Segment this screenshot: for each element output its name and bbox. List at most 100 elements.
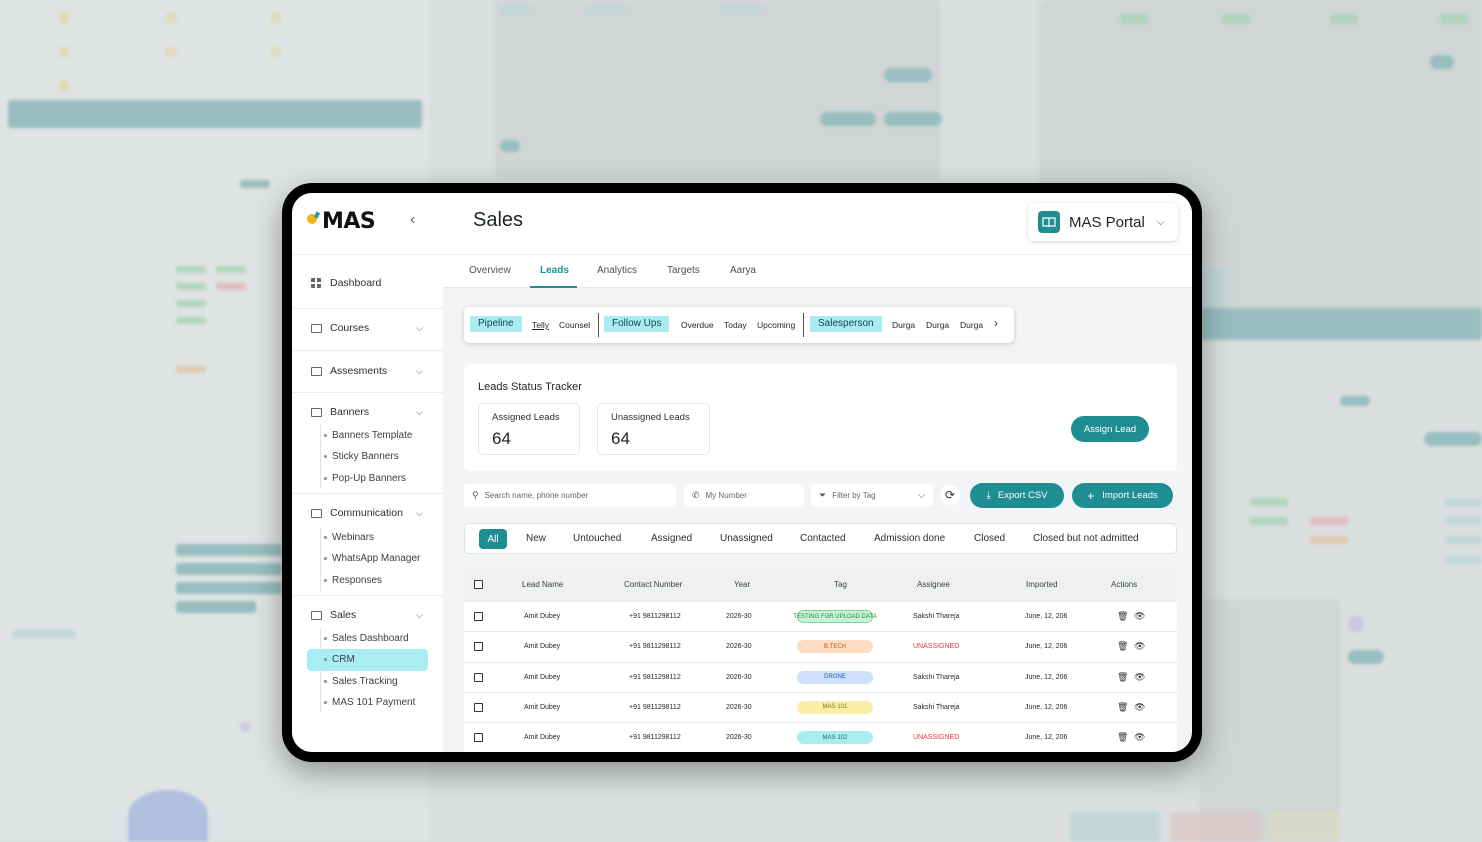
tab-overview[interactable]: Overview <box>469 265 511 276</box>
salesperson-chip[interactable]: Salesperson <box>810 316 882 332</box>
tab-aarya[interactable]: Aarya <box>730 265 756 276</box>
main-content: Overview Leads Analytics Targets Aarya P… <box>443 255 1192 752</box>
search-input[interactable]: ⚲ Search name, phone number <box>464 484 676 507</box>
sidebar-subitem-sticky-banners[interactable]: Sticky Banners <box>321 446 412 467</box>
sidebar-subitem-whatsapp-manager[interactable]: WhatsApp Manager <box>321 548 420 569</box>
eye-icon[interactable]: 👁 <box>1134 641 1145 652</box>
chevron-down-icon: ⌵ <box>416 406 423 417</box>
sidebar-item-sales[interactable]: Sales ⌵ <box>292 604 443 626</box>
refresh-icon[interactable]: ⟳ <box>940 485 960 505</box>
eye-icon[interactable]: 👁 <box>1134 672 1145 683</box>
sidebar-item-banners[interactable]: Banners ⌵ <box>292 401 443 423</box>
table-row[interactable]: Amit Dubey +91 9811298112 2026-30 DRONE … <box>464 662 1177 693</box>
sidebar-subitem-popup-banners[interactable]: Pop-Up Banners <box>321 468 412 489</box>
contact-number: +91 9811298112 <box>629 703 681 711</box>
portal-switcher[interactable]: MAS Portal ⌵ <box>1028 203 1178 241</box>
chevron-down-icon: ⌵ <box>416 507 423 518</box>
divider <box>598 313 599 337</box>
status-tab-all[interactable]: All <box>479 529 507 549</box>
salesperson-item[interactable]: Durga <box>960 320 983 330</box>
tab-analytics[interactable]: Analytics <box>597 265 637 276</box>
table-header: Lead Name Contact Number Year Tag Assign… <box>464 568 1177 602</box>
tracker-title: Leads Status Tracker <box>478 381 582 393</box>
sidebar: Dashboard Courses ⌵ Assesments ⌵ Banners… <box>292 255 443 752</box>
sidebar-item-assesments[interactable]: Assesments ⌵ <box>292 360 443 382</box>
tablet-frame: MAS ‹ Sales MAS Portal ⌵ Dashboard Cours… <box>282 183 1202 762</box>
assigned-leads-card: Assigned Leads 64 <box>478 403 580 455</box>
followup-item-overdue[interactable]: Overdue <box>681 320 714 330</box>
book-icon <box>311 508 322 518</box>
sidebar-item-dashboard[interactable]: Dashboard <box>292 272 443 294</box>
row-checkbox[interactable] <box>474 702 483 712</box>
sidebar-subitem-mas-101-payment[interactable]: MAS 101 Payment <box>321 692 428 713</box>
book-icon <box>1038 211 1060 233</box>
salesperson-item[interactable]: Durga <box>892 320 915 330</box>
table-row[interactable]: Amit Dubey +91 9811298112 2026-30 MAS 10… <box>464 723 1177 752</box>
sidebar-item-communication[interactable]: Communication ⌵ <box>292 502 443 524</box>
followup-item-upcoming[interactable]: Upcoming <box>757 320 795 330</box>
chevron-right-icon[interactable]: › <box>994 316 998 330</box>
phone-icon: ✆ <box>692 490 700 500</box>
logo-bulb-icon <box>306 212 320 232</box>
trash-icon[interactable]: 🗑 <box>1117 732 1128 743</box>
row-checkbox[interactable] <box>474 733 483 743</box>
sidebar-subitem-banners-template[interactable]: Banners Template <box>321 425 412 446</box>
tag-filter-select[interactable]: ⏷ Filter by Tag ⌵ <box>811 484 933 507</box>
followups-chip[interactable]: Follow Ups <box>604 316 670 332</box>
status-tab-closed-not-admitted[interactable]: Closed but not admitted <box>1033 533 1139 544</box>
table-row[interactable]: Amit Dubey +91 9811298112 2026-30 TESTIN… <box>464 602 1177 633</box>
chevron-left-icon[interactable]: ‹ <box>410 211 415 229</box>
app-screen: MAS ‹ Sales MAS Portal ⌵ Dashboard Cours… <box>292 193 1192 752</box>
assignee: UNASSIGNED <box>913 643 960 651</box>
export-csv-label: Export CSV <box>997 490 1048 501</box>
unassigned-leads-card: Unassigned Leads 64 <box>597 403 710 455</box>
sidebar-subitem-sales-dashboard[interactable]: Sales Dashboard <box>321 628 428 649</box>
assign-lead-button[interactable]: Assign Lead <box>1071 416 1149 442</box>
contact-number: +91 9811298112 <box>629 673 681 681</box>
row-checkbox[interactable] <box>474 642 483 652</box>
trash-icon[interactable]: 🗑 <box>1117 611 1128 622</box>
status-tab-unassigned[interactable]: Unassigned <box>720 533 773 544</box>
row-checkbox[interactable] <box>474 672 483 682</box>
assigned-leads-label: Assigned Leads <box>492 412 560 423</box>
trash-icon[interactable]: 🗑 <box>1117 702 1128 713</box>
sidebar-subitem-sales-tracking[interactable]: Sales Tracking <box>321 671 428 692</box>
trash-icon[interactable]: 🗑 <box>1117 641 1128 652</box>
contact-number: +91 9811298112 <box>629 734 681 742</box>
status-tab-closed[interactable]: Closed <box>974 533 1005 544</box>
table-row[interactable]: Amit Dubey +91 9811298112 2026-30 B.TECH… <box>464 632 1177 663</box>
import-leads-button[interactable]: + Import Leads <box>1072 483 1173 508</box>
export-csv-button[interactable]: ⤓ Export CSV <box>970 483 1064 508</box>
tag-badge: MAS 101 <box>797 700 873 714</box>
eye-icon[interactable]: 👁 <box>1134 702 1145 713</box>
sidebar-item-label: Communication <box>330 507 403 519</box>
eye-icon[interactable]: 👁 <box>1134 611 1145 622</box>
pipeline-chip[interactable]: Pipeline <box>470 316 522 332</box>
trash-icon[interactable]: 🗑 <box>1117 672 1128 683</box>
status-tab-contacted[interactable]: Contacted <box>800 533 846 544</box>
status-tab-untouched[interactable]: Untouched <box>573 533 621 544</box>
sidebar-item-label: Dashboard <box>330 277 382 289</box>
pipeline-item-counsel[interactable]: Counsel <box>559 320 590 330</box>
pipeline-item-telly[interactable]: Telly <box>532 320 549 330</box>
status-tab-admission-done[interactable]: Admission done <box>874 533 945 544</box>
row-checkbox[interactable] <box>474 612 483 621</box>
book-icon <box>311 407 322 417</box>
table-row[interactable]: Amit Dubey +91 9811298112 2026-30 MAS 10… <box>464 692 1177 724</box>
divider <box>803 313 804 337</box>
divider <box>292 308 443 309</box>
status-tab-new[interactable]: New <box>526 533 546 544</box>
sidebar-subitem-crm[interactable]: CRM <box>307 649 428 671</box>
tab-leads[interactable]: Leads <box>540 265 569 276</box>
select-all-checkbox[interactable] <box>474 580 483 589</box>
salesperson-item[interactable]: Durga <box>926 320 949 330</box>
tab-targets[interactable]: Targets <box>667 265 700 276</box>
column-header: Actions <box>1111 580 1138 589</box>
sidebar-item-courses[interactable]: Courses ⌵ <box>292 317 443 339</box>
sidebar-subitem-responses[interactable]: Responses <box>321 570 420 591</box>
sidebar-subitem-webinars[interactable]: Webinars <box>321 527 420 548</box>
status-tab-assigned[interactable]: Assigned <box>651 533 692 544</box>
number-input[interactable]: ✆ My Number <box>684 484 804 507</box>
followup-item-today[interactable]: Today <box>724 320 747 330</box>
eye-icon[interactable]: 👁 <box>1134 732 1145 743</box>
